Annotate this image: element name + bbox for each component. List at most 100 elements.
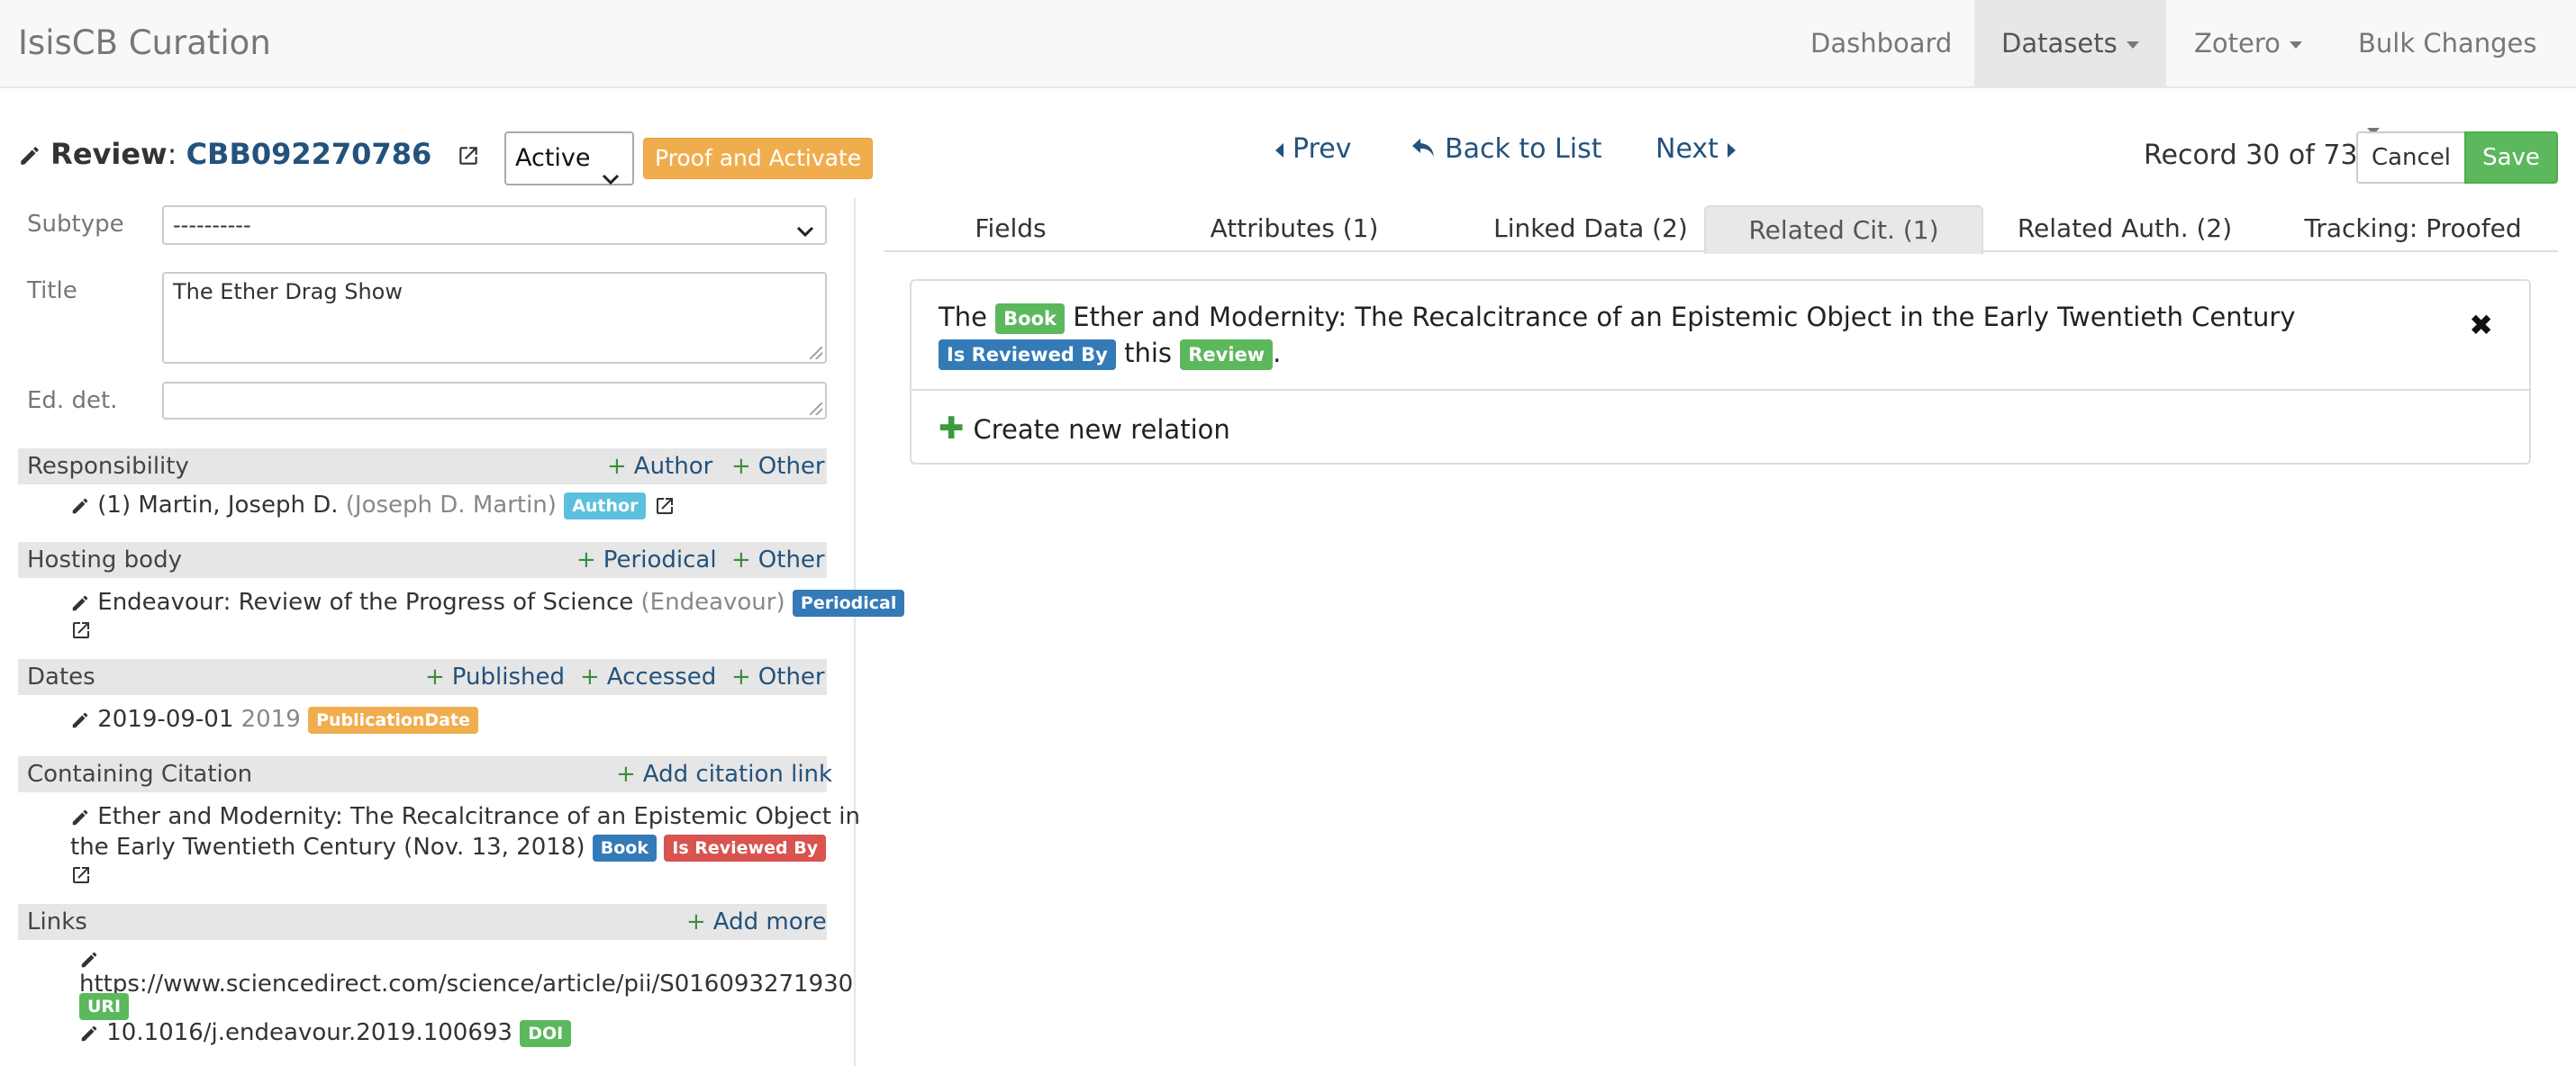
- subtype-select-value: ----------: [173, 212, 251, 238]
- external-link-icon[interactable]: [654, 495, 676, 517]
- link-url-row: https://www.sciencedirect.com/science/ar…: [79, 969, 854, 999]
- next-link[interactable]: Next: [1655, 131, 1736, 167]
- tab-tracking[interactable]: Tracking: Proofed: [2263, 205, 2563, 252]
- tab-fields[interactable]: Fields: [884, 205, 1137, 252]
- back-to-list-link[interactable]: Back to List: [1410, 131, 1601, 168]
- author-name: (1) Martin, Joseph D.: [97, 492, 339, 519]
- add-other-hosting-link[interactable]: + Other: [731, 542, 825, 578]
- pencil-icon[interactable]: [79, 1024, 99, 1043]
- tab-related-citations[interactable]: Related Cit. (1): [1704, 205, 1983, 254]
- record-tabs: Fields Attributes (1) Linked Data (2) Re…: [884, 205, 2558, 254]
- record-heading: Review: CBB092270786: [18, 137, 480, 171]
- back-to-list-label: Back to List: [1445, 133, 1602, 165]
- subtype-select[interactable]: ----------: [162, 205, 827, 245]
- date-entry: 2019-09-01 2019 PublicationDate: [70, 704, 478, 735]
- containing-citation-link-row: [70, 859, 92, 890]
- pencil-icon[interactable]: [18, 144, 41, 167]
- pencil-icon[interactable]: [79, 950, 99, 970]
- status-select-value: Active: [515, 144, 591, 172]
- caret-left-icon: [1275, 142, 1283, 158]
- title-textarea-value: The Ether Drag Show: [173, 279, 403, 304]
- title-textarea[interactable]: The Ether Drag Show: [162, 272, 827, 364]
- record-id-link[interactable]: CBB092270786: [186, 137, 432, 171]
- pencil-icon[interactable]: [70, 808, 90, 827]
- cancel-button[interactable]: Cancel: [2356, 131, 2466, 184]
- nav-bulk-changes[interactable]: Bulk Changes: [2331, 0, 2576, 135]
- responsibility-entry: (1) Martin, Joseph D. (Joseph D. Martin)…: [70, 490, 676, 520]
- hosting-body-section-header: Hosting body + Periodical + Other: [18, 542, 827, 578]
- pencil-icon[interactable]: [70, 496, 90, 516]
- add-other-responsibility-link[interactable]: + Other: [731, 448, 825, 484]
- add-accessed-label: Accessed: [606, 664, 717, 691]
- link-doi-row: 10.1016/j.endeavour.2019.100693 DOI: [79, 1017, 572, 1048]
- add-citation-link-button[interactable]: + Add citation link: [616, 756, 832, 792]
- containing-citation-entry: Ether and Modernity: The Recalcitrance o…: [70, 801, 860, 832]
- add-more-label: Add more: [712, 908, 827, 935]
- title-label: Title: [27, 277, 77, 304]
- pencil-icon[interactable]: [70, 710, 90, 730]
- containing-citation-entry-line2: the Early Twentieth Century (Nov. 13, 20…: [70, 832, 827, 863]
- nav-zotero[interactable]: Zotero: [2167, 0, 2329, 86]
- chevron-down-icon: [602, 153, 620, 203]
- caret-down-icon: [2126, 41, 2139, 49]
- prev-link[interactable]: Prev: [1275, 131, 1351, 167]
- containing-citation-title-line1: Ether and Modernity: The Recalcitrance o…: [97, 803, 860, 830]
- uri-badge: URI: [79, 992, 130, 1020]
- dates-heading: Dates: [27, 664, 95, 691]
- external-link-icon[interactable]: [457, 144, 480, 167]
- add-citation-link-label: Add citation link: [642, 761, 833, 788]
- add-author-link[interactable]: + Author: [607, 448, 712, 484]
- related-citations-panel: The Book Ether and Modernity: The Recalc…: [910, 279, 2531, 465]
- containing-citation-heading: Containing Citation: [27, 761, 253, 788]
- nav-datasets-label: Datasets: [2001, 28, 2118, 59]
- caret-right-icon: [1727, 142, 1736, 158]
- author-alias: (Joseph D. Martin): [345, 492, 557, 519]
- link-doi: 10.1016/j.endeavour.2019.100693: [106, 1019, 512, 1046]
- resize-handle-icon[interactable]: [810, 347, 822, 359]
- add-author-label: Author: [633, 453, 713, 480]
- add-other-date-link[interactable]: + Other: [731, 659, 825, 695]
- top-navbar: IsisCB Curation Dashboard Datasets Zoter…: [0, 0, 2576, 135]
- dates-section-header: Dates + Published + Accessed + Other: [18, 659, 827, 695]
- save-button[interactable]: Save: [2464, 131, 2558, 184]
- external-link-icon[interactable]: [70, 619, 92, 641]
- responsibility-heading: Responsibility: [27, 453, 189, 480]
- brand-link[interactable]: IsisCB Curation: [18, 23, 271, 62]
- tab-related-citations-label: Related Cit. (1): [1748, 215, 1939, 245]
- external-link-icon[interactable]: [70, 864, 92, 886]
- tab-attributes[interactable]: Attributes (1): [1146, 205, 1443, 252]
- create-new-relation-button[interactable]: ✚ Create new relation: [939, 411, 1230, 447]
- tab-related-authorities[interactable]: Related Auth. (2): [1985, 205, 2264, 252]
- periodical-name: Endeavour: Review of the Progress of Sci…: [97, 589, 634, 616]
- nav-datasets[interactable]: Datasets: [1974, 0, 2166, 86]
- nav-dashboard[interactable]: Dashboard: [1783, 0, 1979, 86]
- eddet-label: Ed. det.: [27, 387, 118, 414]
- add-more-link[interactable]: + Add more: [686, 904, 827, 940]
- tab-related-authorities-label: Related Auth. (2): [2017, 213, 2233, 243]
- plus-icon: ✚: [939, 411, 965, 447]
- record-count: Record 30 of 73: [2144, 140, 2358, 171]
- add-accessed-link[interactable]: + Accessed: [580, 659, 716, 695]
- status-select[interactable]: Active: [504, 131, 634, 185]
- nav-bulk-changes-label: Bulk Changes: [2358, 28, 2537, 59]
- subtype-label: Subtype: [27, 211, 124, 238]
- periodical-badge: Periodical: [792, 589, 905, 617]
- hosting-body-entry: Endeavour: Review of the Progress of Sci…: [70, 587, 905, 618]
- delete-relation-icon[interactable]: ✖: [2469, 308, 2493, 342]
- hosting-body-entry-link-row: [70, 614, 92, 645]
- tab-linked-data[interactable]: Linked Data (2): [1447, 205, 1735, 252]
- eddet-textarea[interactable]: [162, 382, 827, 420]
- relation-subject-title[interactable]: Ether and Modernity: The Recalcitrance o…: [1073, 302, 2295, 332]
- link-url[interactable]: https://www.sciencedirect.com/science/ar…: [79, 971, 854, 998]
- add-other-label: Other: [757, 664, 825, 691]
- add-other-label: Other: [757, 547, 825, 574]
- panel-divider: [854, 198, 856, 1066]
- proof-and-activate-button[interactable]: Proof and Activate: [643, 138, 874, 179]
- responsibility-section-header: Responsibility + Author + Other: [18, 448, 827, 484]
- resize-handle-icon[interactable]: [810, 402, 822, 415]
- pencil-icon[interactable]: [70, 593, 90, 613]
- add-published-link[interactable]: + Published: [425, 659, 565, 695]
- relation-type-badge: Is Reviewed By: [939, 339, 1116, 370]
- add-periodical-link[interactable]: + Periodical: [576, 542, 717, 578]
- date-type-badge: PublicationDate: [308, 706, 478, 734]
